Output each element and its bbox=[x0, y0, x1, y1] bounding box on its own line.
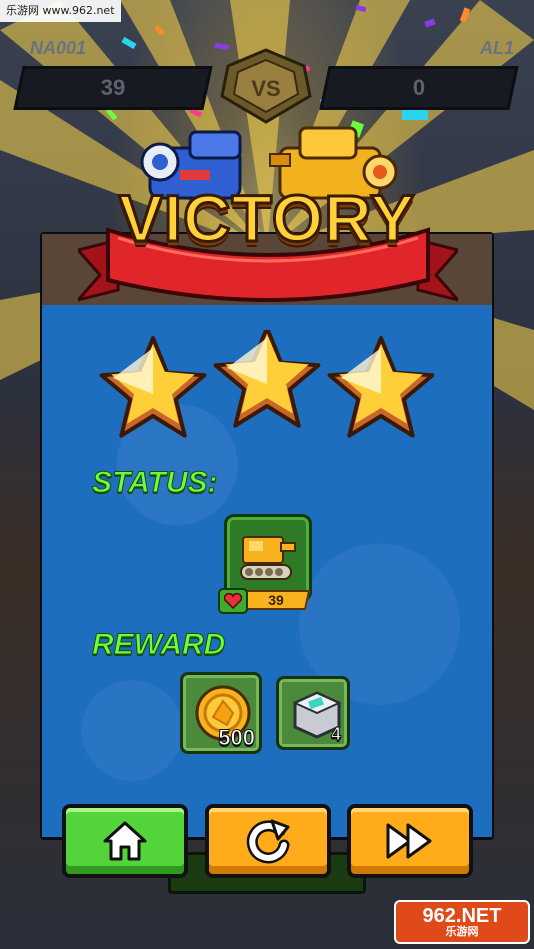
vs-label: VS bbox=[251, 76, 280, 101]
heart-icon bbox=[218, 588, 248, 614]
watermark-top: 乐游网 www.962.net bbox=[0, 0, 121, 22]
watermark-bottom: 962.NET 乐游网 bbox=[394, 900, 530, 944]
unit-hp-value: 39 bbox=[268, 592, 284, 608]
victory-title: VICTORY bbox=[117, 180, 416, 257]
next-button[interactable] bbox=[347, 804, 473, 878]
star-2 bbox=[213, 330, 321, 428]
retry-icon bbox=[246, 819, 290, 864]
star-3 bbox=[327, 336, 435, 438]
player-left-score-box: 39 bbox=[13, 66, 213, 110]
watermark-bottom-text: 乐游网 bbox=[445, 925, 479, 938]
yellow-tank-icon bbox=[240, 536, 296, 580]
fast-forward-icon bbox=[386, 823, 432, 859]
player-right-name: AL1 bbox=[479, 38, 514, 58]
player-left-name: NA001 bbox=[30, 38, 87, 58]
reward-coin-item[interactable]: 500 bbox=[180, 672, 262, 754]
supply-crate-icon bbox=[292, 691, 342, 739]
reward-label: REWARD bbox=[91, 628, 226, 662]
watermark-bottom-top: 962.NET bbox=[422, 904, 502, 927]
player-left-score: 39 bbox=[100, 75, 126, 100]
star-1 bbox=[99, 336, 207, 438]
player-right-score-box: 0 bbox=[319, 66, 519, 110]
star-rating bbox=[99, 330, 435, 438]
vs-badge: VS bbox=[220, 48, 312, 124]
reward-crate-count: 4 bbox=[330, 724, 341, 745]
reward-coin-count: 500 bbox=[218, 725, 256, 751]
status-label: STATUS: bbox=[92, 466, 219, 500]
home-icon bbox=[103, 821, 147, 861]
home-button[interactable] bbox=[62, 804, 188, 878]
player-right-score: 0 bbox=[412, 75, 426, 100]
retry-button[interactable] bbox=[205, 804, 331, 878]
reward-crate-item[interactable]: 4 bbox=[276, 676, 350, 750]
